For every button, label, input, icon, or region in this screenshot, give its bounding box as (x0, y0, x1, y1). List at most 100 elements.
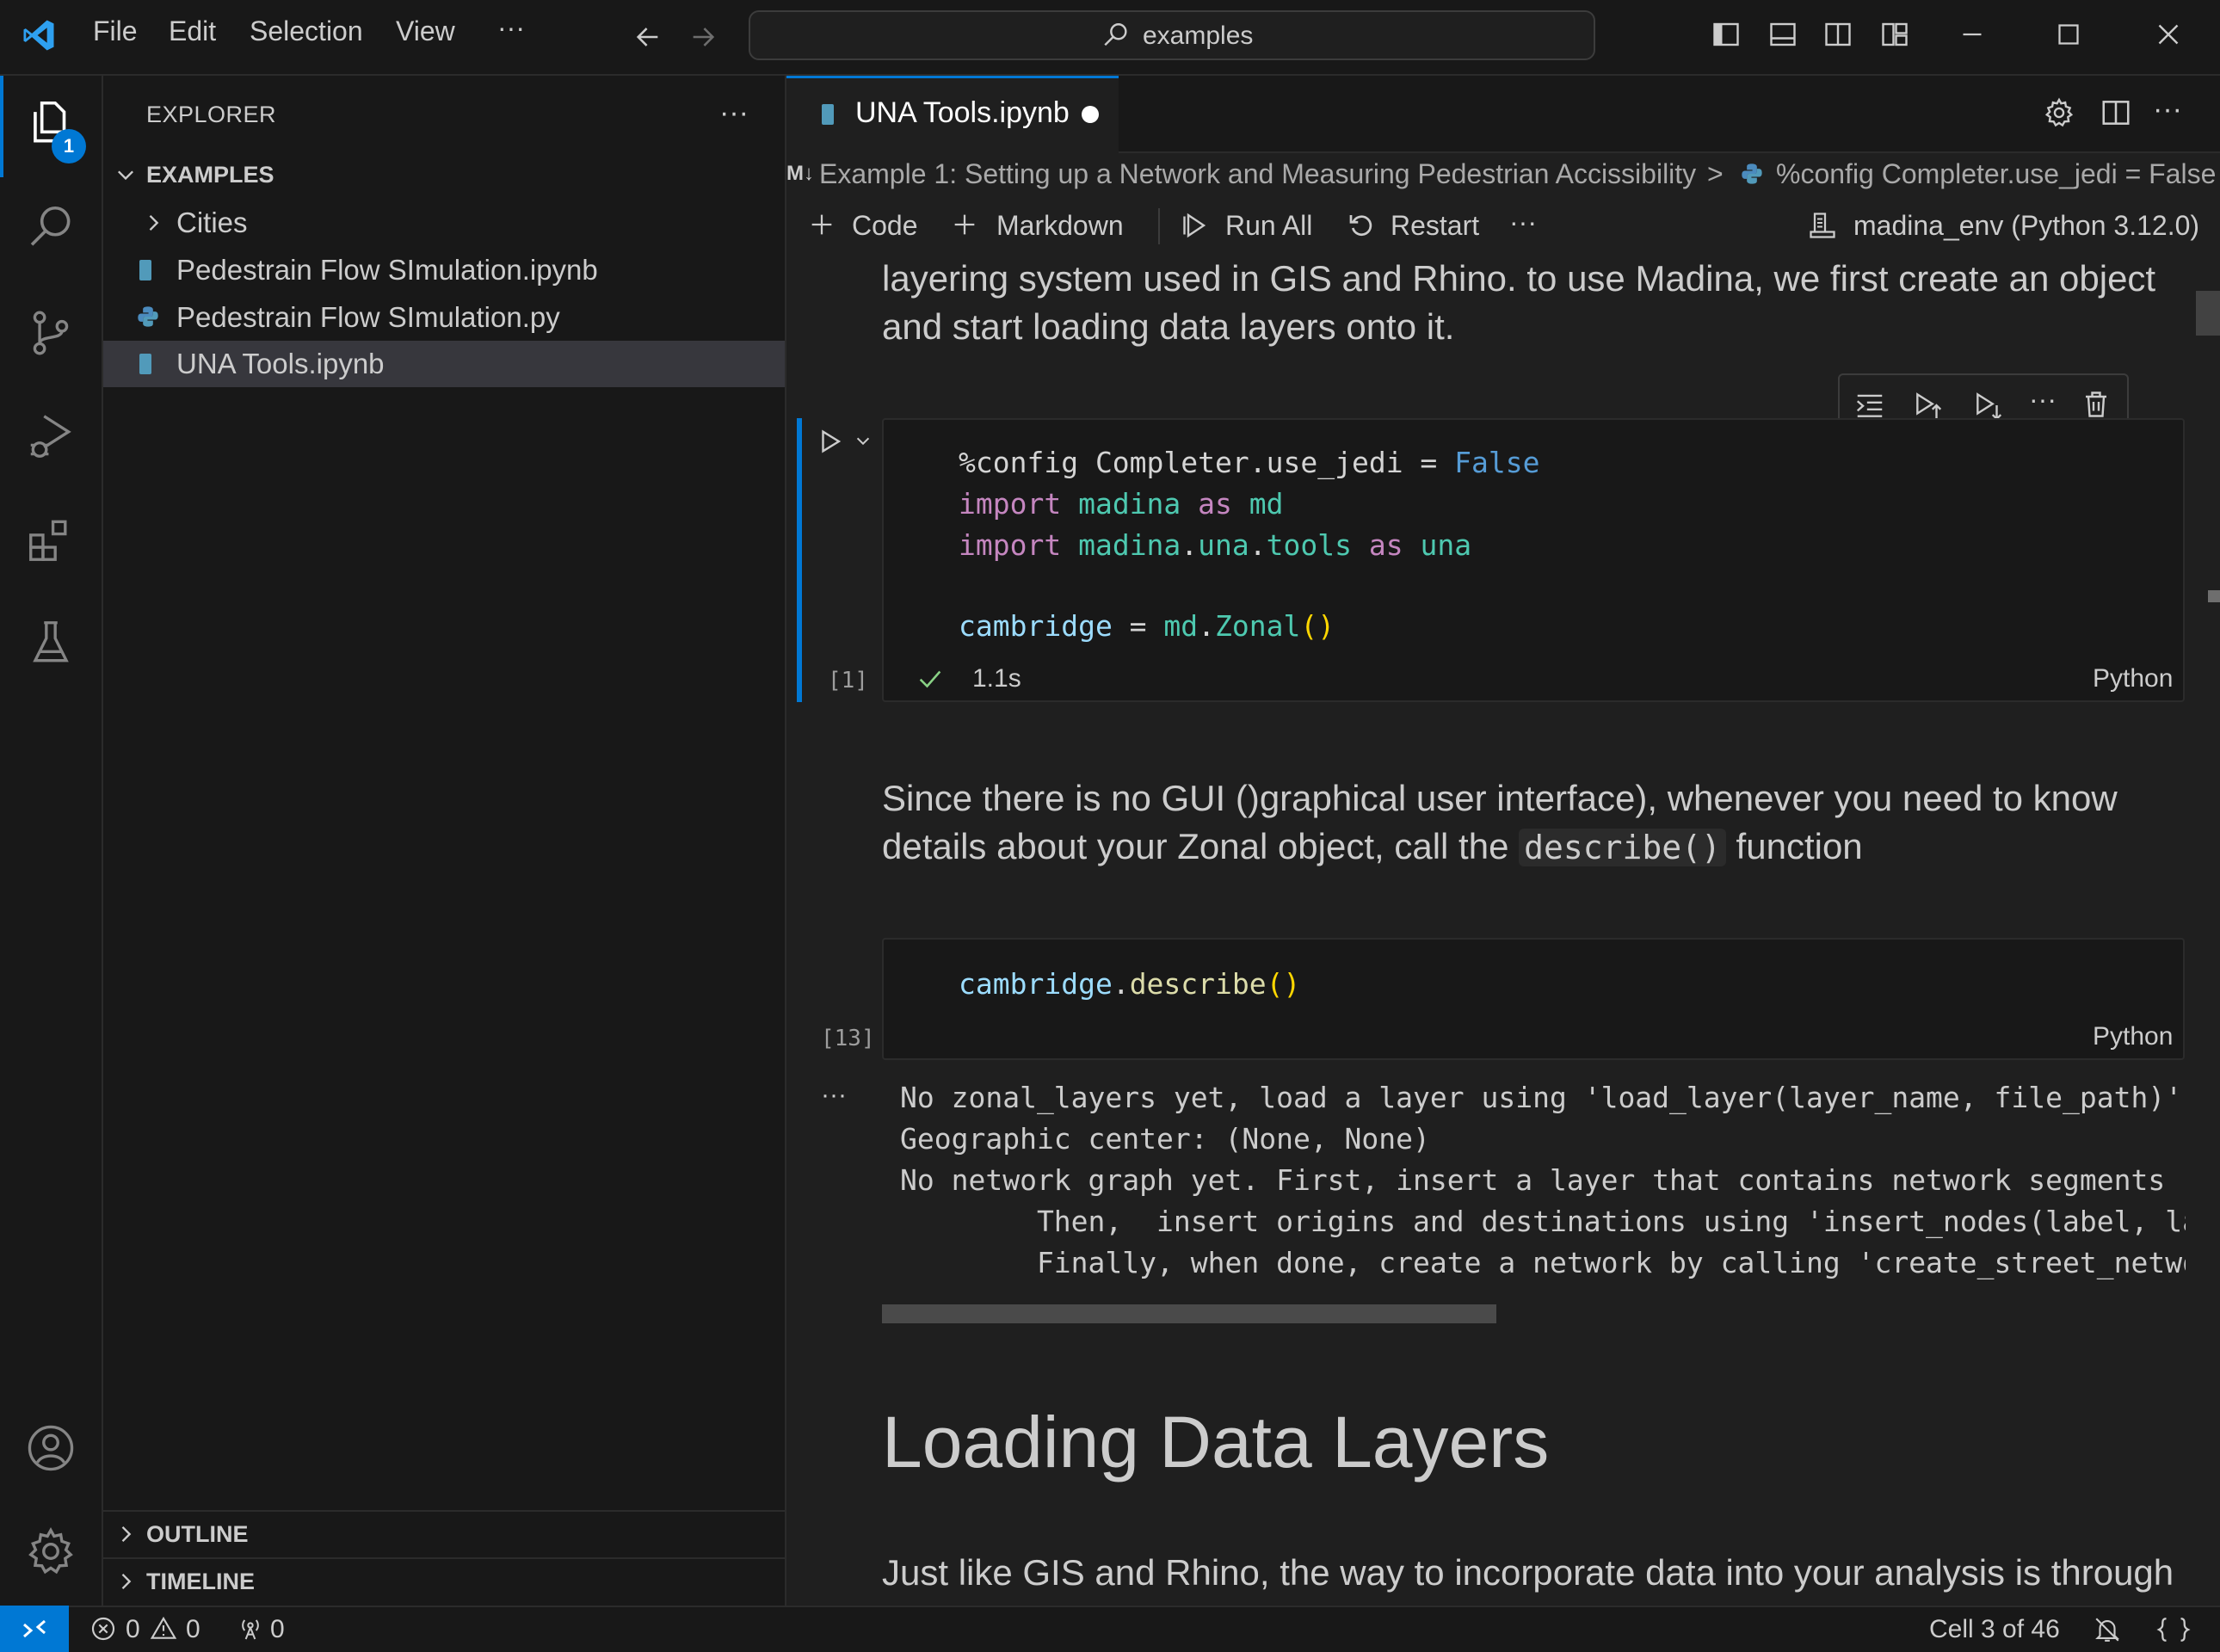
code-token: una (1403, 528, 1472, 562)
source-control-icon[interactable] (24, 306, 77, 360)
timeline-section-header[interactable]: TIMELINE (146, 1569, 255, 1595)
run-cell-and-above-icon[interactable] (1912, 389, 1945, 422)
code-token: . (1198, 609, 1216, 643)
search-text: examples (1143, 22, 1254, 50)
menu-more[interactable]: ··· (497, 12, 525, 44)
forward-arrow-icon[interactable] (688, 22, 718, 52)
cell-more-actions[interactable]: ··· (2029, 384, 2057, 416)
run-all-icon[interactable] (1181, 210, 1212, 241)
explorer-title: EXPLORER (146, 102, 277, 127)
copilot-braces-icon[interactable] (2156, 1615, 2191, 1644)
code-token: () (1266, 967, 1301, 1001)
code-line-2: import madina as md (959, 487, 1284, 521)
menu-edit[interactable]: Edit (169, 15, 216, 47)
customize-layout-icon[interactable] (1879, 19, 1910, 50)
add-markdown-button[interactable]: Markdown (996, 210, 1124, 242)
code-token: as (1368, 528, 1403, 562)
ports-broadcast-icon[interactable] (236, 1615, 265, 1643)
run-and-debug-icon[interactable] (24, 410, 77, 463)
run-options-chevron-icon[interactable] (854, 432, 873, 451)
warnings-icon[interactable] (150, 1615, 177, 1643)
outline-section-header[interactable]: OUTLINE (146, 1521, 249, 1548)
workspace-section-header[interactable]: EXAMPLES (146, 162, 274, 188)
breadcrumb-section[interactable]: Example 1: Setting up a Network and Meas… (819, 158, 1696, 190)
remote-indicator[interactable] (0, 1606, 69, 1652)
extensions-icon[interactable] (24, 513, 77, 566)
ports-count[interactable]: 0 (270, 1615, 285, 1644)
tree-item-pedestrain-flow-py[interactable]: Pedestrain Flow SImulation.py (103, 294, 785, 341)
code-token: madina (1061, 487, 1199, 521)
active-view-indicator (0, 76, 3, 177)
menu-view[interactable]: View (396, 15, 455, 47)
run-cell-and-below-icon[interactable] (1972, 389, 2005, 422)
toggle-secondary-sidebar-icon[interactable] (1822, 19, 1853, 50)
markdown-heading: Loading Data Layers (882, 1402, 1550, 1482)
tree-item-label: Pedestrain Flow SImulation.py (176, 301, 560, 333)
toggle-panel-icon[interactable] (1767, 19, 1798, 50)
execute-above-icon[interactable] (1853, 389, 1886, 422)
notebook-settings-gear-icon[interactable] (2043, 96, 2075, 129)
code-token: () (1300, 609, 1335, 643)
toggle-primary-sidebar-icon[interactable] (1711, 19, 1742, 50)
breadcrumb-cell[interactable]: %config Completer.use_jedi = False (1776, 158, 2216, 189)
notifications-muted-bell-icon[interactable] (2093, 1615, 2122, 1644)
markdown-cell-3[interactable]: Just like GIS and Rhino, the way to inco… (786, 1549, 2189, 1604)
unsaved-dot-icon[interactable] (1082, 106, 1099, 123)
cell-language[interactable]: Python (2093, 664, 2173, 693)
md-line: and start loading data layers onto it. (882, 306, 1455, 347)
editor-more-actions[interactable]: ··· (2153, 93, 2182, 126)
execution-duration: 1.1s (972, 664, 1021, 693)
back-arrow-icon[interactable] (633, 22, 663, 52)
chevron-right-icon (141, 211, 165, 235)
code-token: una (1198, 528, 1249, 562)
kernel-picker[interactable]: madina_env (Python 3.12.0) (1853, 210, 2199, 242)
tree-item-label: UNA Tools.ipynb (176, 348, 385, 379)
cell-position[interactable]: Cell 3 of 46 (1929, 1615, 2060, 1644)
split-editor-icon[interactable] (2100, 96, 2132, 129)
inline-code: describe() (1519, 829, 1726, 866)
add-code-plus-icon[interactable] (807, 210, 836, 239)
add-markdown-plus-icon[interactable] (950, 210, 979, 239)
restart-icon[interactable] (1346, 210, 1377, 241)
error-count[interactable]: 0 (126, 1615, 140, 1644)
close-window-icon[interactable] (2153, 19, 2184, 50)
delete-cell-trash-icon[interactable] (2081, 389, 2112, 420)
activity-bar (0, 76, 103, 1606)
code-token: cambridge (959, 609, 1113, 643)
output-horizontal-scrollbar[interactable] (882, 1304, 1496, 1323)
vscode-logo-icon (21, 17, 57, 53)
tree-item-cities[interactable]: Cities (103, 200, 785, 246)
cell-language[interactable]: Python (2093, 1022, 2173, 1051)
execution-count: [13] (821, 1026, 875, 1051)
kernel-icon[interactable] (1807, 210, 1838, 241)
output-more-actions[interactable]: ··· (821, 1081, 847, 1110)
chevron-right-icon[interactable] (114, 1569, 138, 1593)
md-line: layering system used in GIS and Rhino. t… (882, 258, 2156, 299)
explorer-badge: 1 (52, 129, 86, 163)
toolbar-more-button[interactable]: ··· (1509, 206, 1537, 238)
menu-file[interactable]: File (93, 15, 138, 47)
warning-count[interactable]: 0 (186, 1615, 200, 1644)
maximize-icon[interactable] (2053, 19, 2084, 50)
chevron-down-icon[interactable] (114, 163, 138, 188)
manage-gear-icon[interactable] (24, 1525, 77, 1578)
notebook-file-icon (822, 104, 834, 125)
run-all-button[interactable]: Run All (1225, 210, 1312, 242)
code-token: import (959, 528, 1062, 562)
tree-item-pedestrain-flow-ipynb[interactable]: Pedestrain Flow SImulation.ipynb (103, 247, 785, 293)
add-code-button[interactable]: Code (852, 210, 918, 242)
run-cell-play-icon[interactable] (816, 427, 845, 456)
restart-button[interactable]: Restart (1391, 210, 1479, 242)
accounts-icon[interactable] (24, 1421, 77, 1475)
explorer-more-actions[interactable]: ··· (719, 96, 749, 130)
tree-item-una-tools-ipynb[interactable]: UNA Tools.ipynb (103, 341, 785, 387)
testing-flask-icon[interactable] (24, 616, 77, 669)
search-view-icon[interactable] (24, 201, 77, 255)
chevron-right-icon[interactable] (114, 1522, 138, 1546)
markdown-cell-1[interactable]: layering system used in GIS and Rhino. t… (786, 255, 2189, 353)
menu-selection[interactable]: Selection (250, 15, 363, 47)
errors-icon[interactable] (89, 1615, 117, 1643)
minimize-icon[interactable] (1957, 19, 1988, 50)
md-line: Since there is no GUI ()graphical user i… (882, 778, 2118, 818)
md-text-span: details about your Zonal object, call th… (882, 826, 1520, 866)
